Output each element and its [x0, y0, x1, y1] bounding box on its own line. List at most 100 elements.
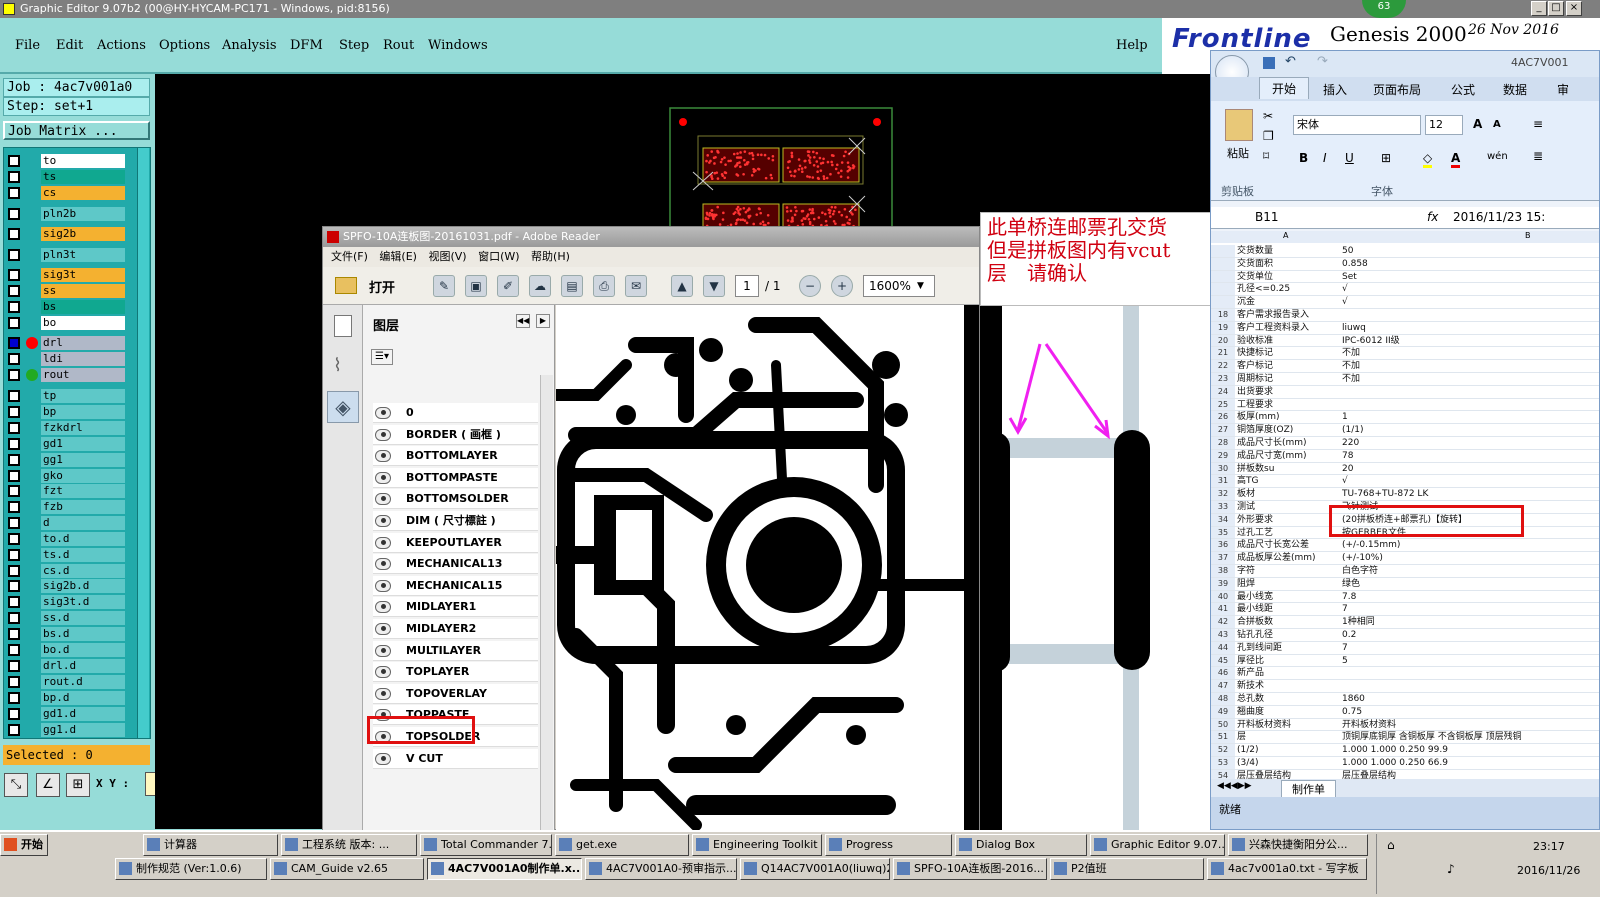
pdf-layer-scrollbar[interactable] [540, 375, 553, 831]
layer-name[interactable]: bo.d [41, 643, 125, 657]
step-field[interactable]: Step: set+1 [3, 97, 150, 116]
eye-icon[interactable] [375, 666, 391, 679]
layer-checkbox[interactable] [8, 301, 20, 313]
layer-checkbox[interactable] [8, 438, 20, 450]
menu-help[interactable]: Help [1116, 38, 1148, 53]
layer-checkbox[interactable] [8, 549, 20, 561]
layer-row-rout-d[interactable]: rout.d [8, 675, 125, 689]
cell-a[interactable]: (3/4) [1237, 757, 1339, 769]
sheet-row[interactable]: 44 孔到线间距 7 [1211, 641, 1599, 655]
zoom-fit-icon[interactable]: ⤡ [4, 773, 28, 797]
taskbar-button[interactable]: Progress [825, 834, 952, 856]
layer-options-icon[interactable]: ☰▾ [371, 349, 393, 365]
cell-b[interactable]: (+/-10%) [1342, 552, 1599, 564]
layer-checkbox[interactable] [8, 171, 20, 183]
layer-name[interactable]: rout [41, 368, 125, 382]
layer-checkbox[interactable] [8, 580, 20, 592]
volume-icon[interactable]: ♪ [1447, 862, 1455, 876]
bold-icon[interactable]: B [1299, 151, 1308, 165]
layer-row-bs-d[interactable]: bs.d [8, 627, 125, 641]
tab-formulas[interactable]: 公式 [1451, 81, 1475, 98]
layer-row-sig2b-d[interactable]: sig2b.d [8, 579, 125, 593]
sheet-row[interactable]: 孔径<=0.25 √ [1211, 283, 1599, 297]
eye-icon[interactable] [375, 536, 391, 549]
taskbar-button[interactable]: 4AC7V001A0-预审指示... [585, 858, 737, 880]
grid-icon[interactable]: ⊞ [66, 773, 90, 797]
layer-checkbox[interactable] [8, 470, 20, 482]
cell-a[interactable]: 验收标准 [1237, 335, 1339, 347]
layer-name[interactable]: fzt [41, 484, 125, 498]
layer-checkbox[interactable] [8, 269, 20, 281]
taskbar-button[interactable]: Total Commander 7... [420, 834, 552, 856]
eye-icon[interactable] [375, 515, 391, 527]
row-number[interactable]: 26 [1211, 411, 1235, 424]
layer-row-ss[interactable]: ss [8, 284, 125, 298]
cell-b[interactable]: √ [1342, 283, 1599, 295]
layer-row-sig3t[interactable]: sig3t [8, 268, 125, 282]
layer-name[interactable]: gg1.d [41, 723, 125, 737]
layer-checkbox[interactable] [8, 454, 20, 466]
pdf-layer-row[interactable]: MIDLAYER1 [373, 597, 538, 618]
layer-checkbox[interactable] [8, 390, 20, 402]
layer-checkbox[interactable] [8, 485, 20, 497]
row-number[interactable]: 23 [1211, 373, 1235, 385]
sheet-row[interactable]: 47 新技术 [1211, 680, 1599, 693]
row-number[interactable]: 52 [1211, 744, 1235, 756]
col-header-a[interactable]: A [1283, 231, 1288, 240]
cell-b[interactable]: IPC-6012 II级 [1342, 335, 1599, 347]
cell-a[interactable]: 成品板厚公差(mm) [1237, 552, 1339, 564]
eye-icon[interactable] [375, 579, 391, 592]
eye-icon[interactable] [375, 687, 391, 700]
layer-list[interactable]: to ts cs pln2b sig2b pln3t sig3t ss bs bo drl ldi ro… [3, 147, 151, 739]
layer-checkbox[interactable] [8, 249, 20, 261]
cell-a[interactable]: 成品尺寸长宽公差 [1237, 539, 1339, 551]
eye-icon[interactable] [375, 493, 391, 506]
cell-a[interactable]: 快捷标记 [1237, 347, 1339, 359]
sheet-row[interactable]: 交货数量 50 [1211, 245, 1599, 258]
tab-data[interactable]: 数据 [1503, 81, 1527, 98]
taskbar-button[interactable]: 制作规范 (Ver:1.0.6) [115, 858, 267, 880]
sheet-row[interactable]: 36 成品尺寸长宽公差 (+/-0.15mm) [1211, 539, 1599, 553]
cell-a[interactable]: 字符 [1237, 565, 1339, 577]
quick-save-icon[interactable] [1263, 57, 1275, 69]
italic-icon[interactable]: I [1323, 151, 1327, 165]
row-number[interactable] [1211, 270, 1235, 283]
layer-name[interactable]: bo [41, 316, 125, 330]
cell-a[interactable]: 铜箔厚度(OZ) [1237, 424, 1339, 436]
sheet-row[interactable]: 38 字符 白色字符 [1211, 565, 1599, 578]
sheet-row[interactable]: 50 开料板材资料 开料板材资料 [1211, 718, 1599, 732]
layer-name[interactable]: d [41, 516, 125, 530]
cell-b[interactable]: 开料板材资料 [1342, 719, 1599, 731]
menu-step[interactable]: Step [339, 38, 369, 53]
pdf-menu-file[interactable]: 文件(F) [331, 250, 368, 263]
sheet-row[interactable]: 交货单位 Set [1211, 270, 1599, 284]
align-top-icon[interactable]: ≡ [1533, 117, 1543, 131]
cell-a[interactable]: 客户工程资料录入 [1237, 322, 1339, 334]
network-icon[interactable]: ⌂ [1387, 838, 1395, 852]
menu-edit[interactable]: Edit [56, 38, 83, 53]
combine-icon[interactable]: ▣ [465, 275, 487, 297]
layer-checkbox[interactable] [8, 533, 20, 545]
zoom-select[interactable]: 1600% [863, 275, 935, 297]
layer-row-bp-d[interactable]: bp.d [8, 691, 125, 705]
layer-checkbox[interactable] [8, 644, 20, 656]
layer-name[interactable]: bp [41, 405, 125, 419]
job-matrix-button[interactable]: Job Matrix ... [3, 121, 150, 140]
open-folder-icon[interactable] [335, 277, 357, 294]
cell-a[interactable]: 出货要求 [1237, 386, 1339, 398]
layer-row-fzb[interactable]: fzb [8, 500, 125, 514]
sheet-row[interactable]: 26 板厚(mm) 1 [1211, 411, 1599, 425]
cell-b[interactable]: TU-768+TU-872 LK [1342, 488, 1599, 500]
cell-a[interactable]: 成品尺寸长(mm) [1237, 437, 1339, 449]
cell-a[interactable]: 客户标记 [1237, 360, 1339, 372]
tab-page-layout[interactable]: 页面布局 [1373, 81, 1421, 98]
sheet-row[interactable]: 31 高TG √ [1211, 475, 1599, 489]
pdf-layer-row[interactable]: BOTTOMSOLDER [373, 489, 538, 510]
row-number[interactable]: 45 [1211, 654, 1235, 667]
tray-time[interactable]: 23:17 [1533, 840, 1565, 853]
pdf-document-view[interactable] [556, 305, 979, 831]
layer-row-to-d[interactable]: to.d [8, 532, 125, 546]
cell-a[interactable]: 工程要求 [1237, 399, 1339, 411]
cell-b[interactable]: √ [1342, 475, 1599, 487]
layer-row-sig3t-d[interactable]: sig3t.d [8, 595, 125, 609]
